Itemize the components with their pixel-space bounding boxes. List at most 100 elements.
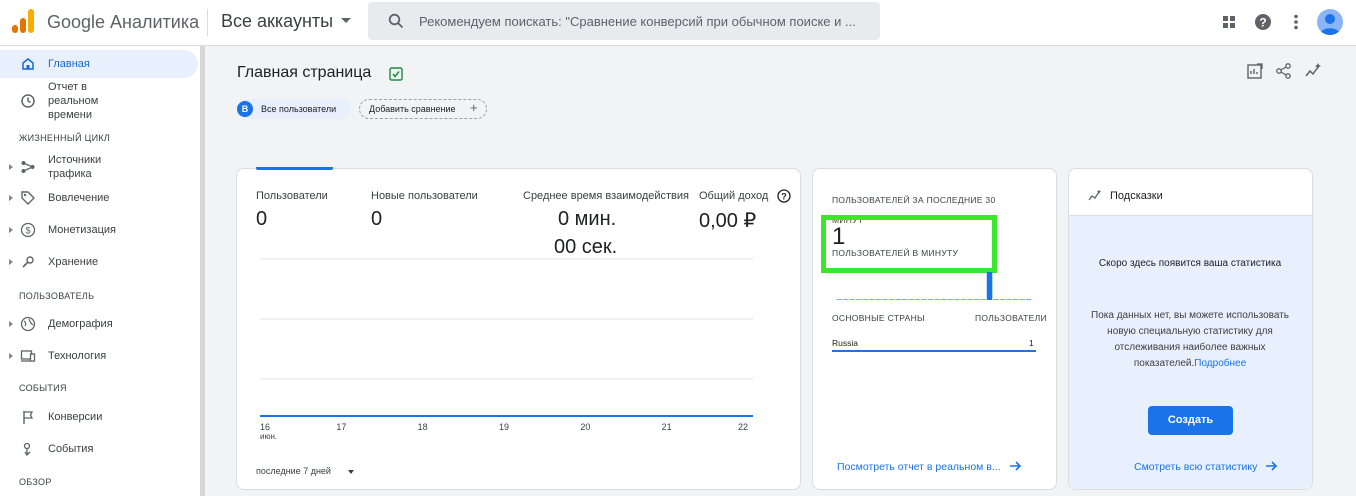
learn-more-link[interactable]: Подробнее <box>1194 358 1246 369</box>
metric-engagement-time-label[interactable]: Среднее время взаимодействия <box>523 190 689 202</box>
minute-bar[interactable] <box>895 299 901 300</box>
minute-bar[interactable] <box>999 299 1006 300</box>
expand-arrow-icon[interactable] <box>9 164 13 170</box>
metric-new-users-label[interactable]: Новые пользователи <box>371 190 478 202</box>
minute-bar[interactable] <box>908 299 914 300</box>
minute-bar[interactable] <box>986 272 993 300</box>
product-name[interactable]: Google Аналитика <box>47 12 199 33</box>
sidebar-item-acquisition[interactable]: Источники трафика <box>0 153 198 181</box>
sidebar-scrollbar[interactable] <box>200 46 205 496</box>
x-month-label: июн. <box>260 432 277 441</box>
country-name: Russia <box>832 338 858 348</box>
avatar[interactable] <box>1317 9 1343 35</box>
x-tick-label: 18 <box>418 422 428 432</box>
flag-icon <box>23 411 34 424</box>
expand-arrow-icon[interactable] <box>9 227 13 233</box>
create-button[interactable]: Создать <box>1148 406 1233 435</box>
plus-icon: + <box>470 100 478 115</box>
section-heading-overview: ОБЗОР <box>19 477 52 487</box>
minute-bar[interactable] <box>849 299 856 300</box>
minute-bar[interactable] <box>875 299 882 300</box>
apps-grid-icon[interactable] <box>1219 12 1239 32</box>
svg-text:?: ? <box>1259 16 1266 30</box>
country-users: 1 <box>1029 338 1034 348</box>
minute-bar[interactable] <box>869 299 875 300</box>
metric-revenue-value: 0,00 ₽ <box>699 210 757 232</box>
selected-metric-indicator <box>256 167 333 170</box>
minute-bar[interactable] <box>973 299 980 300</box>
expand-arrow-icon[interactable] <box>9 353 13 359</box>
minute-bar[interactable] <box>934 299 941 300</box>
expand-arrow-icon[interactable] <box>9 259 13 265</box>
chevron-down-icon[interactable] <box>348 470 354 474</box>
date-range-selector[interactable]: последние 7 дней <box>256 466 331 476</box>
minute-bar[interactable] <box>836 299 843 300</box>
view-all-insights-link[interactable]: Смотреть всю статистику <box>1134 461 1278 473</box>
metric-revenue-label[interactable]: Общий доход <box>699 190 768 202</box>
search-icon <box>388 13 404 29</box>
sidebar-item-demographics[interactable]: Демография <box>0 310 198 338</box>
minute-bar[interactable] <box>888 299 895 300</box>
minute-bar[interactable] <box>967 299 973 300</box>
touch-icon <box>23 442 31 457</box>
more-vert-icon[interactable] <box>1286 12 1306 32</box>
expand-arrow-icon[interactable] <box>9 195 13 201</box>
sidebar-item-label: Технология <box>48 350 107 362</box>
help-circle-icon[interactable]: ? <box>777 189 791 203</box>
insights-card-header <box>1069 169 1312 216</box>
minute-bar[interactable] <box>1019 299 1025 300</box>
minute-bar[interactable] <box>921 299 927 300</box>
highlight-box <box>821 215 997 273</box>
help-icon[interactable]: ? <box>1253 12 1273 32</box>
search-input[interactable]: Рекомендуем поискать: "Сравнение конверс… <box>419 14 874 29</box>
minute-bar[interactable] <box>1012 299 1019 300</box>
sidebar-item-tech[interactable]: Технология <box>0 342 198 370</box>
metric-engagement-time-value: 0 мин. <box>558 208 617 230</box>
sidebar-item-events[interactable]: События <box>0 435 198 463</box>
minute-bar[interactable] <box>901 299 908 300</box>
sidebar-item-monetization[interactable]: $ Монетизация <box>0 216 198 244</box>
insights-icon[interactable] <box>1304 62 1322 80</box>
insights-title: Подсказки <box>1110 190 1163 202</box>
minute-bar[interactable] <box>1025 299 1032 300</box>
analytics-logo-icon[interactable] <box>12 9 34 33</box>
minute-bar[interactable] <box>954 299 960 300</box>
expand-arrow-icon[interactable] <box>9 321 13 327</box>
segment-badge: B <box>237 101 253 117</box>
minute-bar[interactable] <box>1006 299 1012 300</box>
minute-bar[interactable] <box>862 299 869 300</box>
customize-report-icon[interactable] <box>1246 62 1264 80</box>
share-icon[interactable] <box>1275 62 1293 80</box>
search-bar[interactable]: Рекомендуем поискать: "Сравнение конверс… <box>368 2 880 40</box>
sidebar-item-home[interactable]: Главная <box>0 50 198 78</box>
minute-bar[interactable] <box>856 299 862 300</box>
sidebar-item-retention[interactable]: Хранение <box>0 248 198 276</box>
minute-bar[interactable] <box>914 299 921 300</box>
sidebar-item-label: Вовлечение <box>48 192 110 204</box>
minute-bar[interactable] <box>993 299 999 300</box>
x-tick-label: 17 <box>336 422 346 432</box>
insights-icon <box>1088 189 1102 201</box>
x-tick-label: 22 <box>738 422 748 432</box>
insights-description: Пока данных нет, вы можете использовать … <box>1090 308 1290 372</box>
sidebar-item-engagement[interactable]: Вовлечение <box>0 184 198 212</box>
user-avatar-icon <box>1320 14 1340 35</box>
dollar-icon: $ <box>20 222 36 238</box>
minute-bar[interactable] <box>843 299 849 300</box>
account-selector[interactable]: Все аккаунты <box>221 11 333 32</box>
header-divider <box>207 9 208 36</box>
retention-icon <box>22 256 34 268</box>
view-realtime-report-link[interactable]: Посмотреть отчет в реальном в... <box>837 461 1022 473</box>
metric-users-label[interactable]: Пользователи <box>256 190 328 202</box>
sidebar-item-conversions[interactable]: Конверсии <box>0 403 198 431</box>
minute-bar[interactable] <box>947 299 954 300</box>
minute-bar[interactable] <box>882 299 888 300</box>
minute-bar[interactable] <box>927 299 934 300</box>
minute-bar[interactable] <box>941 299 947 300</box>
chevron-down-icon[interactable] <box>341 18 351 23</box>
minute-bar[interactable] <box>980 299 986 300</box>
x-tick-label: 20 <box>580 422 590 432</box>
minute-bar[interactable] <box>960 299 967 300</box>
sidebar-item-realtime[interactable]: Отчет в реальном времени <box>0 80 198 124</box>
globe-icon <box>20 316 36 332</box>
